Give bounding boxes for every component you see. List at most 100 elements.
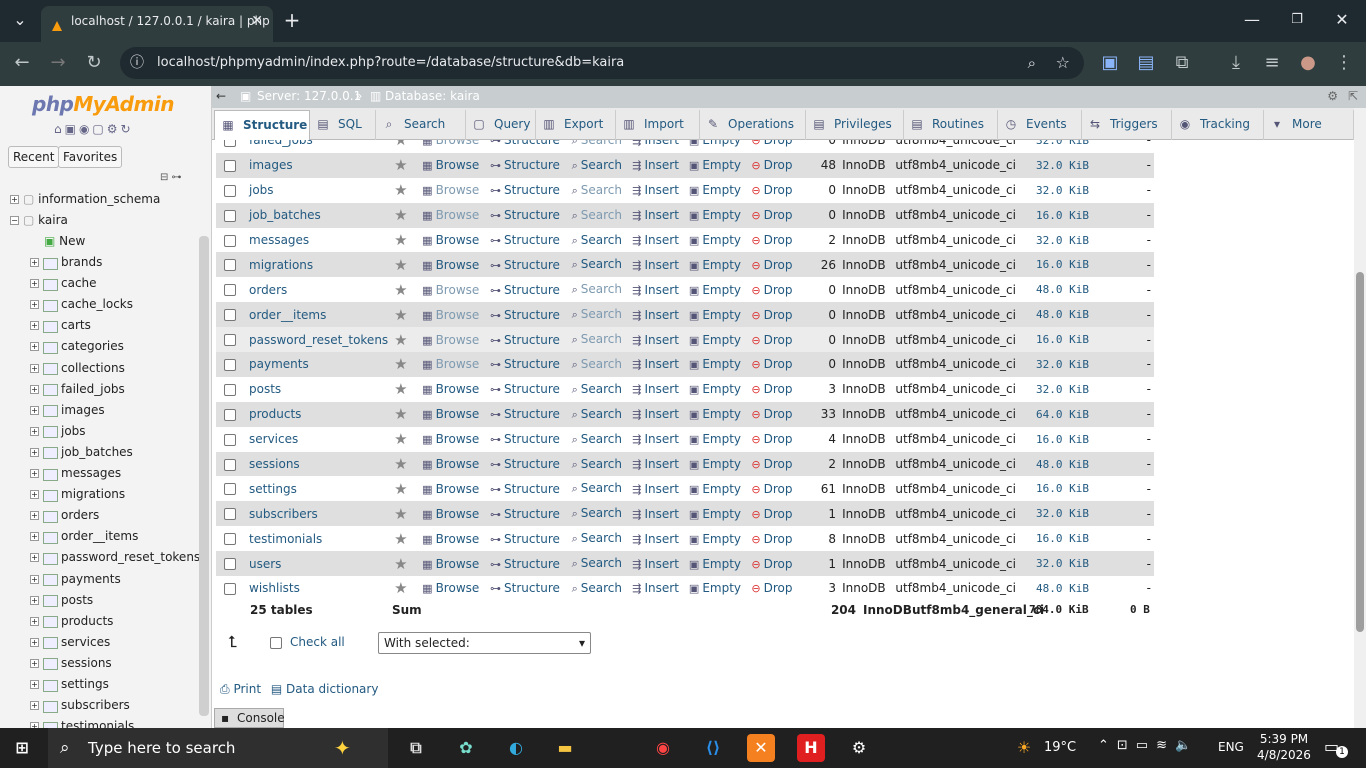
search-action[interactable]: ⌕Search	[572, 432, 622, 446]
scrollbar-thumb[interactable]	[1356, 272, 1364, 632]
table-name-link[interactable]: services	[249, 432, 298, 446]
table-name-link[interactable]: job_batches	[249, 208, 321, 222]
tab-export[interactable]: ▥ Export	[536, 110, 616, 140]
sidebar-item-table[interactable]: + images	[30, 400, 105, 420]
empty-action[interactable]: ▣ Empty	[689, 183, 741, 197]
browse-action[interactable]: ▦ Browse	[422, 532, 479, 546]
expand-icon[interactable]: +	[30, 680, 39, 689]
windows-start-icon[interactable]: ⊞	[8, 734, 36, 762]
sidebar-item-table[interactable]: + subscribers	[30, 695, 130, 715]
empty-action[interactable]: ▣ Empty	[689, 283, 741, 297]
herd-icon[interactable]: H	[797, 734, 825, 762]
new-table-item[interactable]: ▣ New	[44, 231, 85, 251]
favorite-star-icon[interactable]: ★	[394, 306, 407, 324]
search-action[interactable]: ⌕Search	[572, 140, 622, 147]
tab-search-icon[interactable]: ⌄	[6, 6, 34, 34]
table-name-link[interactable]: orders	[249, 283, 287, 297]
search-action[interactable]: ⌕Search	[572, 282, 622, 296]
empty-action[interactable]: ▣ Empty	[689, 140, 741, 147]
search-action[interactable]: ⌕Search	[572, 158, 622, 172]
empty-action[interactable]: ▣ Empty	[689, 357, 741, 371]
sidebar-item-table[interactable]: + cache	[30, 273, 97, 293]
edge-icon[interactable]: ◐	[502, 734, 530, 762]
drop-action[interactable]: ⊖ Drop	[751, 557, 792, 571]
recent-button[interactable]: Recent	[8, 146, 60, 168]
browse-action[interactable]: ▦ Browse	[422, 183, 479, 197]
table-name-link[interactable]: messages	[249, 233, 309, 247]
browse-action[interactable]: ▦ Browse	[422, 283, 479, 297]
row-checkbox[interactable]	[224, 334, 236, 347]
expand-icon[interactable]: +	[30, 447, 39, 457]
browse-action[interactable]: ▦ Browse	[422, 581, 479, 595]
extensions-puzzle-icon[interactable]: ⧉	[1168, 50, 1196, 76]
expand-icon[interactable]: +	[30, 426, 39, 436]
search-action[interactable]: ⌕Search	[572, 457, 622, 471]
nav-quick-icons[interactable]: ⌂▣◉▢⚙↻	[54, 122, 134, 136]
expand-icon[interactable]: +	[30, 279, 39, 289]
structure-action[interactable]: ⊶ Structure	[490, 158, 560, 172]
favorite-star-icon[interactable]: ★	[394, 231, 407, 249]
empty-action[interactable]: ▣ Empty	[689, 557, 741, 571]
browse-action[interactable]: ▦ Browse	[422, 233, 479, 247]
expand-icon[interactable]: +	[30, 321, 39, 331]
settings-gear-icon[interactable]: ⚙	[1327, 86, 1338, 106]
close-tab-icon[interactable]: ✕	[251, 6, 263, 36]
vscode-icon[interactable]: ⟨⟩	[699, 734, 727, 762]
expand-icon[interactable]: +	[30, 532, 39, 542]
sidebar-item-table[interactable]: + posts	[30, 590, 93, 610]
favorite-star-icon[interactable]: ★	[394, 480, 407, 498]
weather-temp[interactable]: 19°C	[1044, 740, 1076, 755]
drop-action[interactable]: ⊖ Drop	[751, 140, 792, 147]
insert-action[interactable]: ⇶ Insert	[632, 283, 679, 297]
row-checkbox[interactable]	[224, 383, 236, 396]
table-name-link[interactable]: products	[249, 407, 301, 421]
browse-action[interactable]: ▦ Browse	[422, 357, 479, 371]
browse-action[interactable]: ▦ Browse	[422, 407, 479, 421]
expand-icon[interactable]: −	[10, 216, 19, 225]
drop-action[interactable]: ⊖ Drop	[751, 208, 792, 222]
empty-action[interactable]: ▣ Empty	[689, 233, 741, 247]
browse-action[interactable]: ▦ Browse	[422, 258, 479, 272]
nav-scrollbar[interactable]	[199, 236, 209, 716]
search-action[interactable]: ⌕Search	[572, 183, 622, 197]
favorite-star-icon[interactable]: ★	[394, 140, 407, 149]
language-indicator[interactable]: ENG	[1218, 740, 1244, 754]
expand-icon[interactable]: +	[30, 658, 39, 668]
structure-action[interactable]: ⊶ Structure	[490, 183, 560, 197]
favorite-star-icon[interactable]: ★	[394, 430, 407, 448]
file-explorer-icon[interactable]: ▬	[551, 734, 579, 762]
task-view-icon[interactable]: ⧉	[402, 734, 430, 762]
drop-action[interactable]: ⊖ Drop	[751, 183, 792, 197]
structure-action[interactable]: ⊶ Structure	[490, 432, 560, 446]
sidebar-item-table[interactable]: + cache_locks	[30, 294, 133, 314]
browse-action[interactable]: ▦ Browse	[422, 482, 479, 496]
expand-icon[interactable]: +	[30, 490, 39, 500]
zoom-icon[interactable]: ⌕	[1028, 47, 1036, 79]
row-checkbox[interactable]	[224, 309, 236, 322]
structure-action[interactable]: ⊶ Structure	[490, 382, 560, 396]
search-action[interactable]: ⌕Search	[572, 531, 622, 545]
row-checkbox[interactable]	[224, 159, 236, 172]
sidebar-item-table[interactable]: + job_batches	[30, 442, 133, 462]
sidebar-item-table[interactable]: + settings	[30, 674, 109, 694]
drop-action[interactable]: ⊖ Drop	[751, 158, 792, 172]
collapse-top-icon[interactable]: ⇱	[1348, 86, 1358, 106]
collapse-all-icon[interactable]: ⊟ ⊶	[160, 172, 182, 183]
empty-action[interactable]: ▣ Empty	[689, 333, 741, 347]
drop-action[interactable]: ⊖ Drop	[751, 457, 792, 471]
drop-action[interactable]: ⊖ Drop	[751, 308, 792, 322]
sidebar-item-table[interactable]: + brands	[30, 252, 102, 272]
sidebar-item-table[interactable]: + sessions	[30, 653, 112, 673]
table-name-link[interactable]: password_reset_tokens	[249, 333, 388, 347]
chrome-icon[interactable]: ◉	[649, 734, 677, 762]
insert-action[interactable]: ⇶ Insert	[632, 233, 679, 247]
expand-icon[interactable]: +	[30, 363, 39, 373]
tab-triggers[interactable]: ⇆ Triggers	[1082, 110, 1172, 140]
insert-action[interactable]: ⇶ Insert	[632, 557, 679, 571]
console-toggle[interactable]: ▪ Console	[214, 708, 285, 728]
browse-action[interactable]: ▦ Browse	[422, 308, 479, 322]
expand-icon[interactable]: +	[30, 511, 39, 521]
copilot-icon[interactable]: ✿	[452, 734, 480, 762]
expand-icon[interactable]: +	[30, 300, 39, 310]
expand-icon[interactable]: +	[30, 701, 39, 711]
